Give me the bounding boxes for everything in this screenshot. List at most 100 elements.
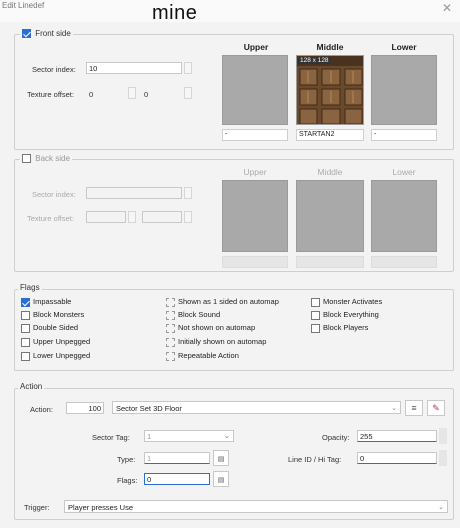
flag-not-shown-automap-checkbox[interactable] xyxy=(166,323,175,333)
flag-initially-shown-automap[interactable]: Initially shown on automap xyxy=(166,337,266,347)
flag-repeatable-action-checkbox[interactable] xyxy=(166,351,175,361)
flag-double-sided-checkbox[interactable] xyxy=(21,323,30,333)
list-icon: ≡ xyxy=(411,403,417,413)
flag-repeatable-action[interactable]: Repeatable Action xyxy=(166,351,239,361)
front-middle-texture-name[interactable]: STARTAN2 xyxy=(296,129,364,141)
flag-initially-shown-automap-label: Initially shown on automap xyxy=(178,337,267,346)
front-side-checkbox[interactable] xyxy=(22,29,31,39)
line-id-scrollbar[interactable] xyxy=(439,450,447,466)
trigger-label: Trigger: xyxy=(24,503,50,512)
flag-block-everything[interactable]: Block Everything xyxy=(311,310,379,320)
back-sector-index-spinner[interactable] xyxy=(184,187,192,199)
flag-block-everything-label: Block Everything xyxy=(323,310,379,319)
flag-upper-unpegged-label: Upper Unpegged xyxy=(33,337,91,346)
trigger-value: Player presses Use xyxy=(68,503,134,512)
sector-tag-chevron-icon: ⌄ xyxy=(223,431,230,440)
front-offset-x-spinner[interactable] xyxy=(128,87,136,99)
back-middle-texture[interactable] xyxy=(296,180,364,252)
action-type-dropdown[interactable]: Sector Set 3D Floor ⌄ xyxy=(112,401,401,414)
back-side-label: Back side xyxy=(35,154,70,163)
flag-block-players[interactable]: Block Players xyxy=(311,323,368,333)
action-number-input[interactable]: 100 xyxy=(66,402,104,414)
front-sector-index-label: Sector index: xyxy=(32,65,76,74)
flag-block-players-label: Block Players xyxy=(323,323,369,332)
front-offset-y-value[interactable]: 0 xyxy=(144,90,148,99)
front-upper-texture-name[interactable]: - xyxy=(222,129,288,141)
back-offset-y-spinner[interactable] xyxy=(184,211,192,223)
flag-upper-unpegged[interactable]: Upper Unpegged xyxy=(21,337,90,347)
flag-block-players-checkbox[interactable] xyxy=(311,323,320,333)
back-middle-texture-name[interactable] xyxy=(296,256,364,268)
back-upper-texture[interactable] xyxy=(222,180,288,252)
flag-block-sound-checkbox[interactable] xyxy=(166,310,175,320)
front-texture-offset-label: Texture offset: xyxy=(27,90,74,99)
action-label: Action: xyxy=(30,405,53,414)
flag-not-shown-automap-label: Not shown on automap xyxy=(178,323,256,332)
back-offset-x-input[interactable] xyxy=(86,211,126,223)
line-id-input[interactable]: 0 xyxy=(357,452,437,464)
flag-block-monsters-checkbox[interactable] xyxy=(21,310,30,320)
flags-value-input[interactable]: 0 xyxy=(144,473,210,485)
front-sector-index-spinner[interactable] xyxy=(184,62,192,74)
flag-block-sound-label: Block Sound xyxy=(178,310,221,319)
back-offset-y-input[interactable] xyxy=(142,211,182,223)
edit-linedef-window: Edit Linedef mine ✕ Front side Sector in… xyxy=(0,0,460,528)
back-lower-texture[interactable] xyxy=(371,180,437,252)
back-lower-texture-name[interactable] xyxy=(371,256,437,268)
sector-tag-label: Sector Tag: xyxy=(92,433,130,442)
flag-lower-unpegged-label: Lower Unpegged xyxy=(33,351,91,360)
flag-impassable-checkbox[interactable] xyxy=(21,297,30,307)
opacity-label: Opacity: xyxy=(322,433,350,442)
flag-block-everything-checkbox[interactable] xyxy=(311,310,320,320)
sector-tag-dropdown[interactable]: 1 ⌄ xyxy=(144,430,234,442)
front-lower-texture-name[interactable]: - xyxy=(371,129,437,141)
close-icon[interactable]: ✕ xyxy=(442,1,452,15)
flag-lower-unpegged[interactable]: Lower Unpegged xyxy=(21,351,90,361)
flag-block-monsters[interactable]: Block Monsters xyxy=(21,310,84,320)
back-side-checkbox[interactable] xyxy=(22,154,31,164)
front-middle-texture[interactable]: 128 x 128 xyxy=(296,55,364,125)
flag-double-sided-label: Double Sided xyxy=(33,323,79,332)
flag-repeatable-action-label: Repeatable Action xyxy=(178,351,239,360)
flags-browse-button[interactable]: ▤ xyxy=(213,471,229,487)
flag-monster-activates[interactable]: Monster Activates xyxy=(311,297,382,307)
flag-lower-unpegged-checkbox[interactable] xyxy=(21,351,30,361)
flag-initially-shown-automap-checkbox[interactable] xyxy=(166,337,175,347)
back-offset-x-spinner[interactable] xyxy=(128,211,136,223)
flag-monster-activates-label: Monster Activates xyxy=(323,297,383,306)
front-sector-index-input[interactable]: 10 xyxy=(86,62,182,74)
front-offset-y-spinner[interactable] xyxy=(184,87,192,99)
action-browse-button[interactable]: ≡ xyxy=(405,400,423,416)
window-title: Edit Linedef xyxy=(2,1,45,10)
type-input[interactable]: 1 xyxy=(144,452,210,464)
action-clear-button[interactable]: ✎ xyxy=(427,400,445,416)
action-type-value: Sector Set 3D Floor xyxy=(116,404,182,413)
back-texture-offset-label: Texture offset: xyxy=(27,214,74,223)
sector-tag-value: 1 xyxy=(147,432,152,441)
flag-shown-one-sided-label: Shown as 1 sided on automap xyxy=(178,297,279,306)
flag-monster-activates-checkbox[interactable] xyxy=(311,297,320,307)
opacity-input[interactable]: 255 xyxy=(357,430,437,442)
type-browse-button[interactable]: ▤ xyxy=(213,450,229,466)
trigger-dropdown[interactable]: Player presses Use ⌄ xyxy=(64,500,448,513)
flag-shown-one-sided[interactable]: Shown as 1 sided on automap xyxy=(166,297,279,307)
front-offset-x-value[interactable]: 0 xyxy=(89,90,93,99)
back-side-legend[interactable]: Back side xyxy=(20,154,72,164)
front-upper-header: Upper xyxy=(243,42,269,52)
flag-block-sound[interactable]: Block Sound xyxy=(166,310,220,320)
window-caption: mine xyxy=(152,2,198,24)
flag-impassable[interactable]: Impassable xyxy=(21,297,71,307)
opacity-scrollbar[interactable] xyxy=(439,428,447,444)
back-upper-texture-name[interactable] xyxy=(222,256,288,268)
flag-not-shown-automap[interactable]: Not shown on automap xyxy=(166,323,255,333)
flag-upper-unpegged-checkbox[interactable] xyxy=(21,337,30,347)
flag-double-sided[interactable]: Double Sided xyxy=(21,323,78,333)
flags-value-label: Flags: xyxy=(117,476,138,485)
startan-texture-preview xyxy=(297,56,363,124)
front-lower-texture[interactable] xyxy=(371,55,437,125)
back-sector-index-label: Sector index: xyxy=(32,190,76,199)
front-side-legend[interactable]: Front side xyxy=(20,29,73,39)
flag-shown-one-sided-checkbox[interactable] xyxy=(166,297,175,307)
front-upper-texture[interactable] xyxy=(222,55,288,125)
back-sector-index-input[interactable] xyxy=(86,187,182,199)
